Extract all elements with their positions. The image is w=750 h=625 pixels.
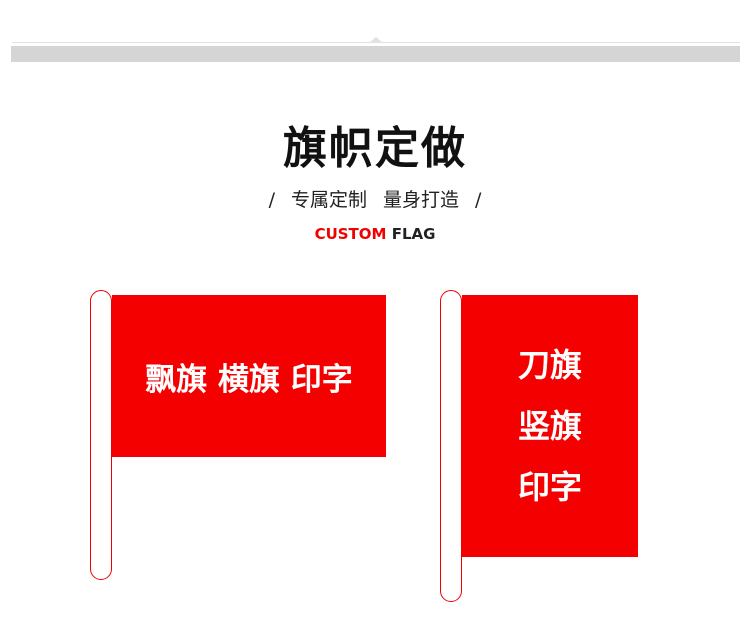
page-title: 旗帜定做 xyxy=(283,123,467,174)
subtitle-b: 量身打造 xyxy=(383,189,460,211)
slash: / xyxy=(268,189,275,211)
flag-text: 刀旗 xyxy=(517,345,582,384)
horizontal-flag: 飘旗 横旗 印字 xyxy=(112,295,386,457)
flag-text: 飘旗 横旗 印字 xyxy=(145,361,353,398)
en-red: CUSTOM xyxy=(314,225,387,243)
divider-line xyxy=(12,42,740,43)
flag-text: 竖旗 xyxy=(517,406,582,445)
flag-pole-right xyxy=(440,290,462,602)
flag-text: 印字 xyxy=(517,467,582,506)
subtitle-a: 专属定制 xyxy=(290,189,367,211)
english-subtitle: CUSTOM FLAG xyxy=(0,225,750,243)
flag-pole-left xyxy=(90,290,112,580)
top-gray-bar xyxy=(11,46,740,62)
subtitle: / 专属定制 量身打造 / xyxy=(0,185,750,212)
triangle-marker-icon xyxy=(370,37,382,42)
en-black: FLAG xyxy=(391,225,436,243)
slash: / xyxy=(475,189,482,211)
vertical-flag: 刀旗 竖旗 印字 xyxy=(462,295,638,557)
